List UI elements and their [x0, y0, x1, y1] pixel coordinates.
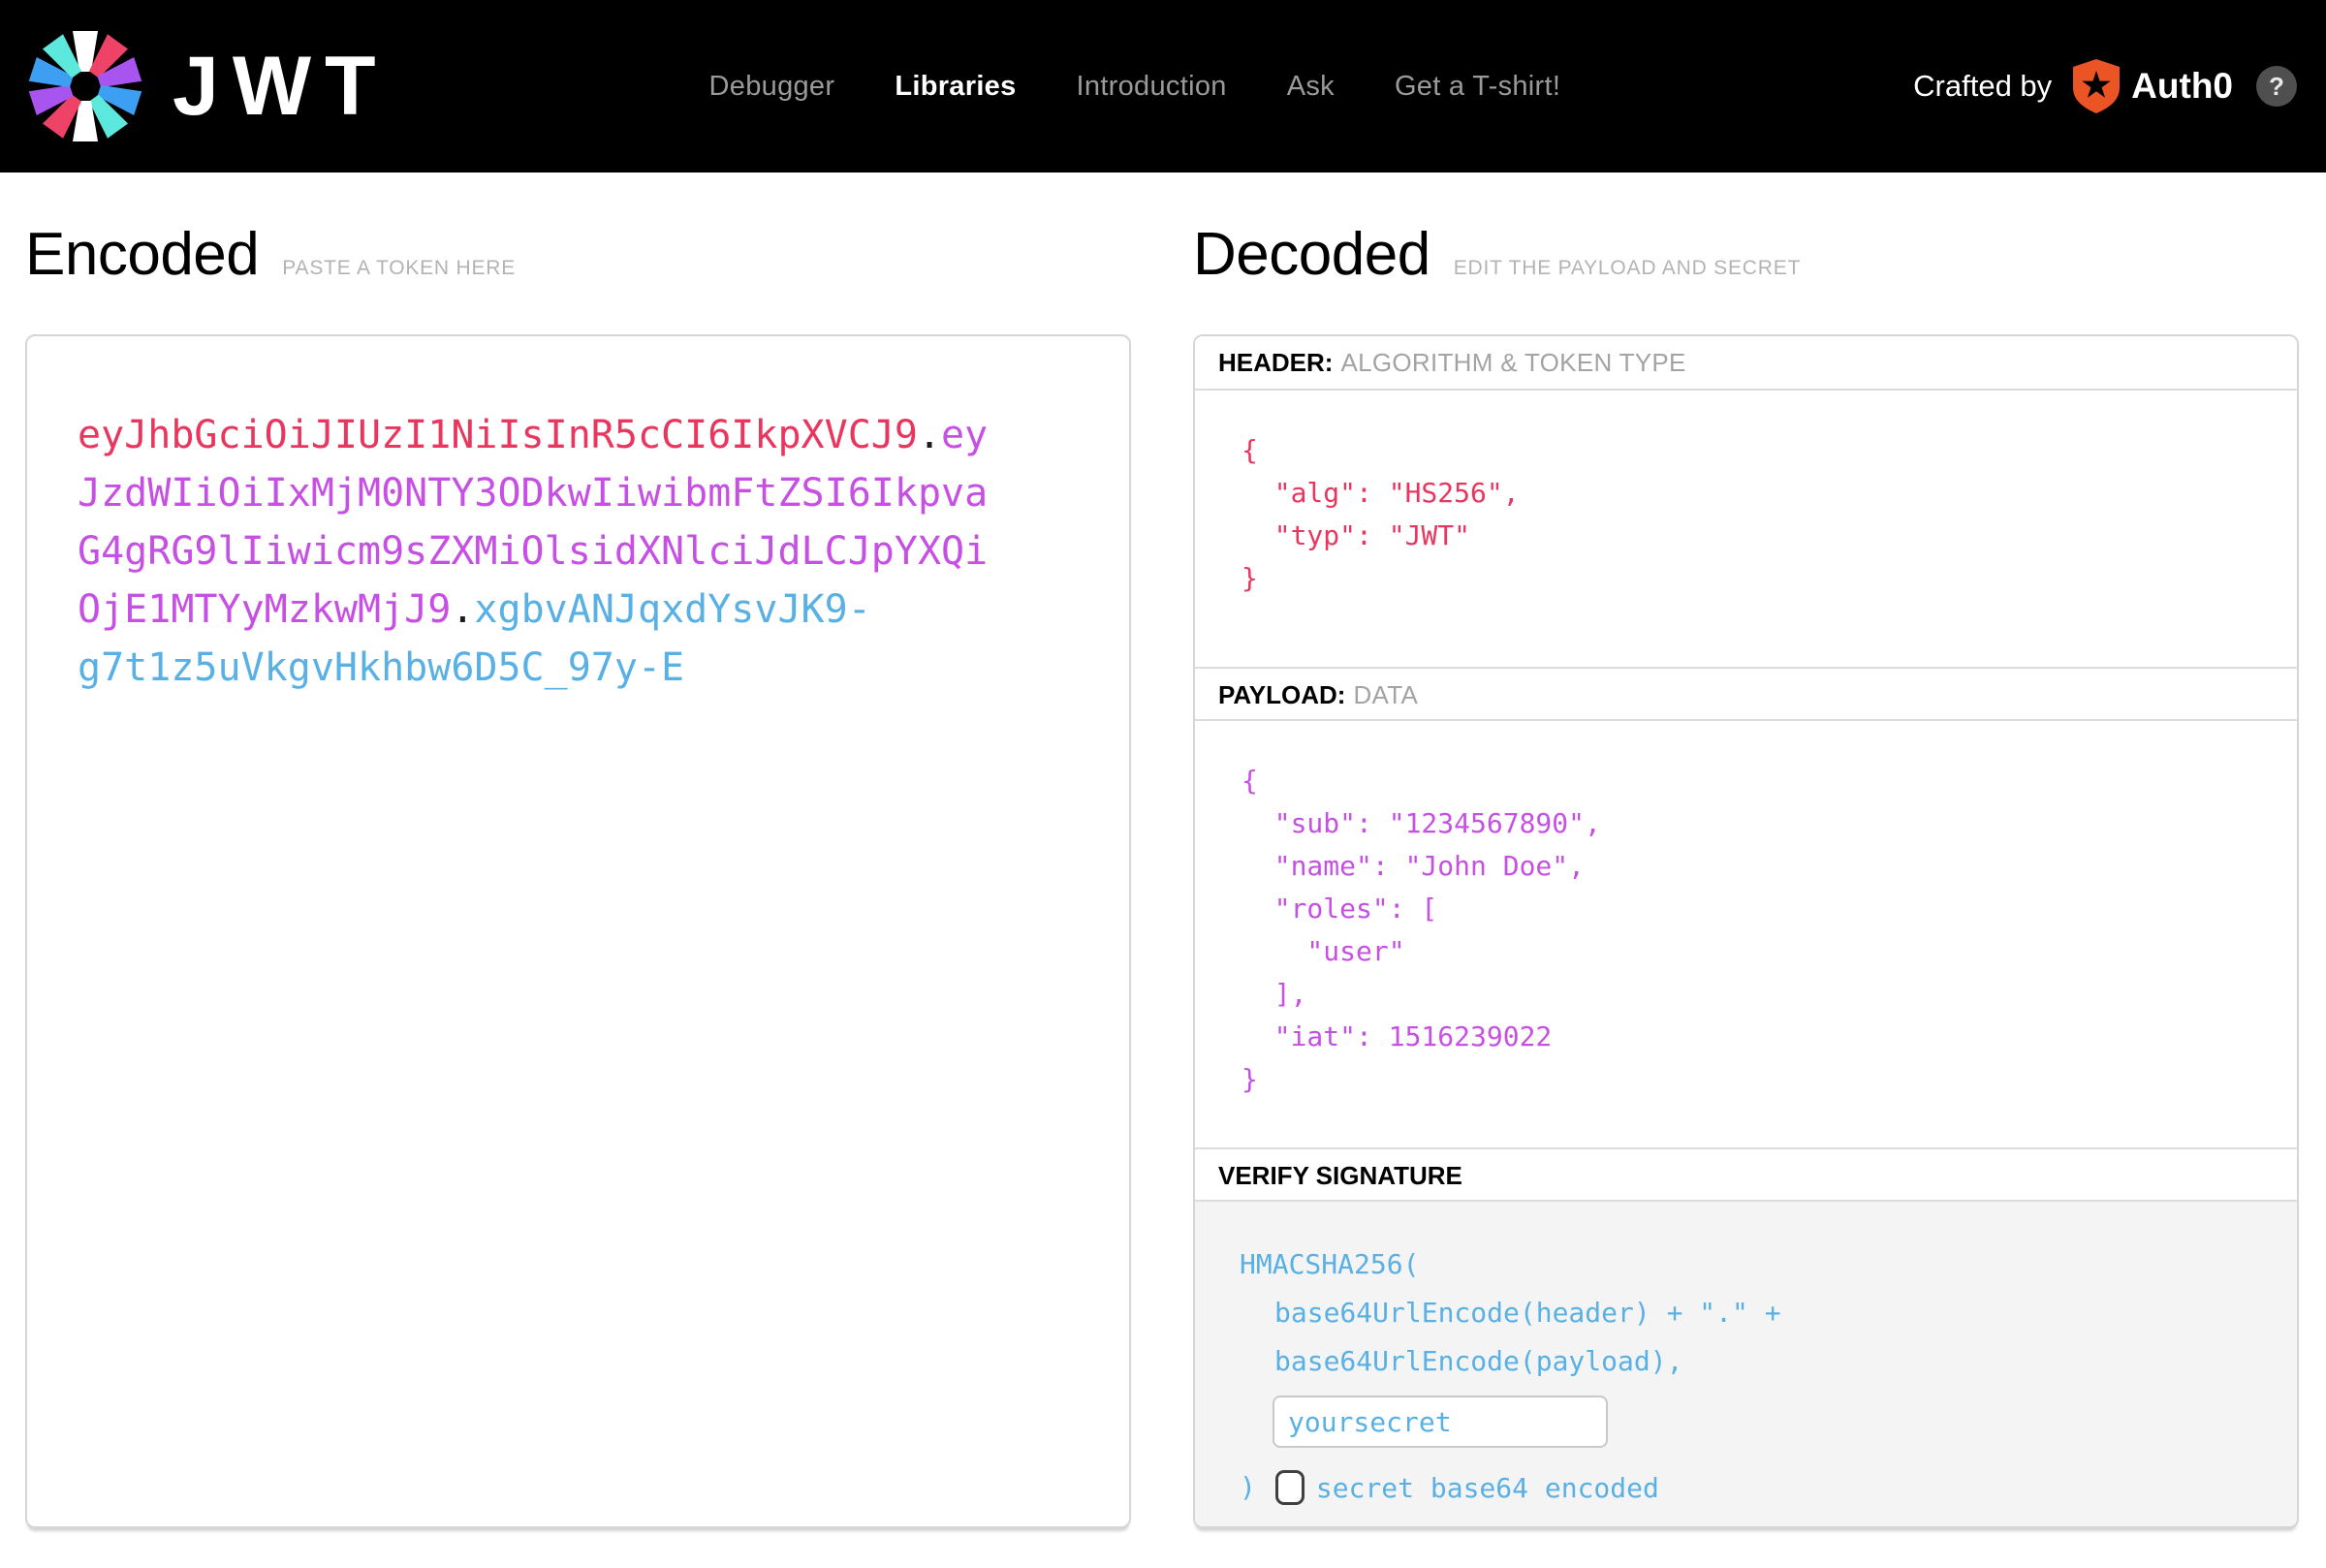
top-nav-bar: JWT Debugger Libraries Introduction Ask … — [0, 0, 2326, 172]
decoded-column: Decoded EDIT THE PAYLOAD AND SECRET HEAD… — [1193, 172, 2299, 1528]
secret-input[interactable] — [1273, 1396, 1608, 1448]
sig-options-row: ) secret base64 encoded — [1240, 1463, 2268, 1512]
nav-item-ask[interactable]: Ask — [1287, 71, 1335, 103]
debugger-main: Encoded PASTE A TOKEN HERE eyJhbGciOiJIU… — [0, 172, 2326, 1528]
encoded-header: Encoded PASTE A TOKEN HERE — [25, 225, 1131, 334]
jwt-token-text: eyJhbGciOiJIUzI1NiIsInR5cCI6IkpXVCJ9.eyJ… — [78, 406, 998, 697]
secret-base64-label[interactable]: secret base64 encoded — [1316, 1472, 1659, 1504]
decoded-panel: HEADER:ALGORITHM & TOKEN TYPE { "alg": "… — [1193, 334, 2299, 1528]
jwt-logo[interactable]: JWT — [25, 26, 390, 146]
sig-code-line-2: base64UrlEncode(header) + "." + — [1240, 1289, 2268, 1337]
decoded-subtitle: EDIT THE PAYLOAD AND SECRET — [1454, 257, 1801, 280]
sig-code-line-1: HMACSHA256( — [1240, 1240, 2268, 1289]
jwt-wordmark: JWT — [173, 45, 390, 128]
header-section-label: HEADER:ALGORITHM & TOKEN TYPE — [1195, 336, 2297, 391]
header-label: HEADER: — [1218, 348, 1333, 377]
token-header-segment: eyJhbGciOiJIUzI1NiIsInR5cCI6IkpXVCJ9 — [78, 413, 918, 457]
encoded-subtitle: PASTE A TOKEN HERE — [282, 257, 516, 280]
decoded-title: Decoded — [1193, 225, 1430, 285]
token-separator-dot: . — [918, 413, 941, 457]
encoded-column: Encoded PASTE A TOKEN HERE eyJhbGciOiJIU… — [25, 172, 1131, 1528]
auth0-label: Auth0 — [2131, 66, 2233, 107]
auth0-shield-icon — [2073, 59, 2120, 113]
header-json-editor[interactable]: { "alg": "HS256", "typ": "JWT" } — [1195, 391, 2297, 667]
verify-label: VERIFY SIGNATURE — [1218, 1161, 1462, 1190]
token-separator-dot: . — [451, 587, 474, 632]
main-nav: Debugger Libraries Introduction Ask Get … — [709, 71, 1561, 103]
encoded-token-editor[interactable]: eyJhbGciOiJIUzI1NiIsInR5cCI6IkpXVCJ9.eyJ… — [25, 334, 1131, 1528]
help-icon[interactable]: ? — [2256, 66, 2297, 107]
header-sublabel: ALGORITHM & TOKEN TYPE — [1340, 348, 1685, 377]
payload-section-label: PAYLOAD: DATA — [1195, 667, 2297, 721]
crafted-by-auth0[interactable]: Crafted by Auth0 ? — [1913, 59, 2297, 113]
decoded-header: Decoded EDIT THE PAYLOAD AND SECRET — [1193, 225, 2299, 334]
verify-signature-block: HMACSHA256( base64UrlEncode(header) + ".… — [1195, 1202, 2297, 1526]
encoded-title: Encoded — [25, 225, 259, 285]
sig-code-line-3: base64UrlEncode(payload), — [1240, 1337, 2268, 1386]
sig-close-paren: ) — [1240, 1463, 1256, 1512]
secret-base64-checkbox[interactable] — [1275, 1470, 1304, 1505]
nav-item-debugger[interactable]: Debugger — [709, 71, 835, 103]
verify-signature-label: VERIFY SIGNATURE — [1195, 1147, 2297, 1202]
nav-item-tshirt[interactable]: Get a T-shirt! — [1395, 71, 1560, 103]
payload-label: PAYLOAD: — [1218, 680, 1345, 709]
nav-item-libraries[interactable]: Libraries — [895, 71, 1016, 103]
payload-sublabel: DATA — [1353, 680, 1418, 709]
nav-item-introduction[interactable]: Introduction — [1077, 71, 1227, 103]
crafted-by-label: Crafted by — [1913, 69, 2052, 104]
payload-json-editor[interactable]: { "sub": "1234567890", "name": "John Doe… — [1195, 721, 2297, 1147]
jwt-pinwheel-icon — [25, 26, 145, 146]
